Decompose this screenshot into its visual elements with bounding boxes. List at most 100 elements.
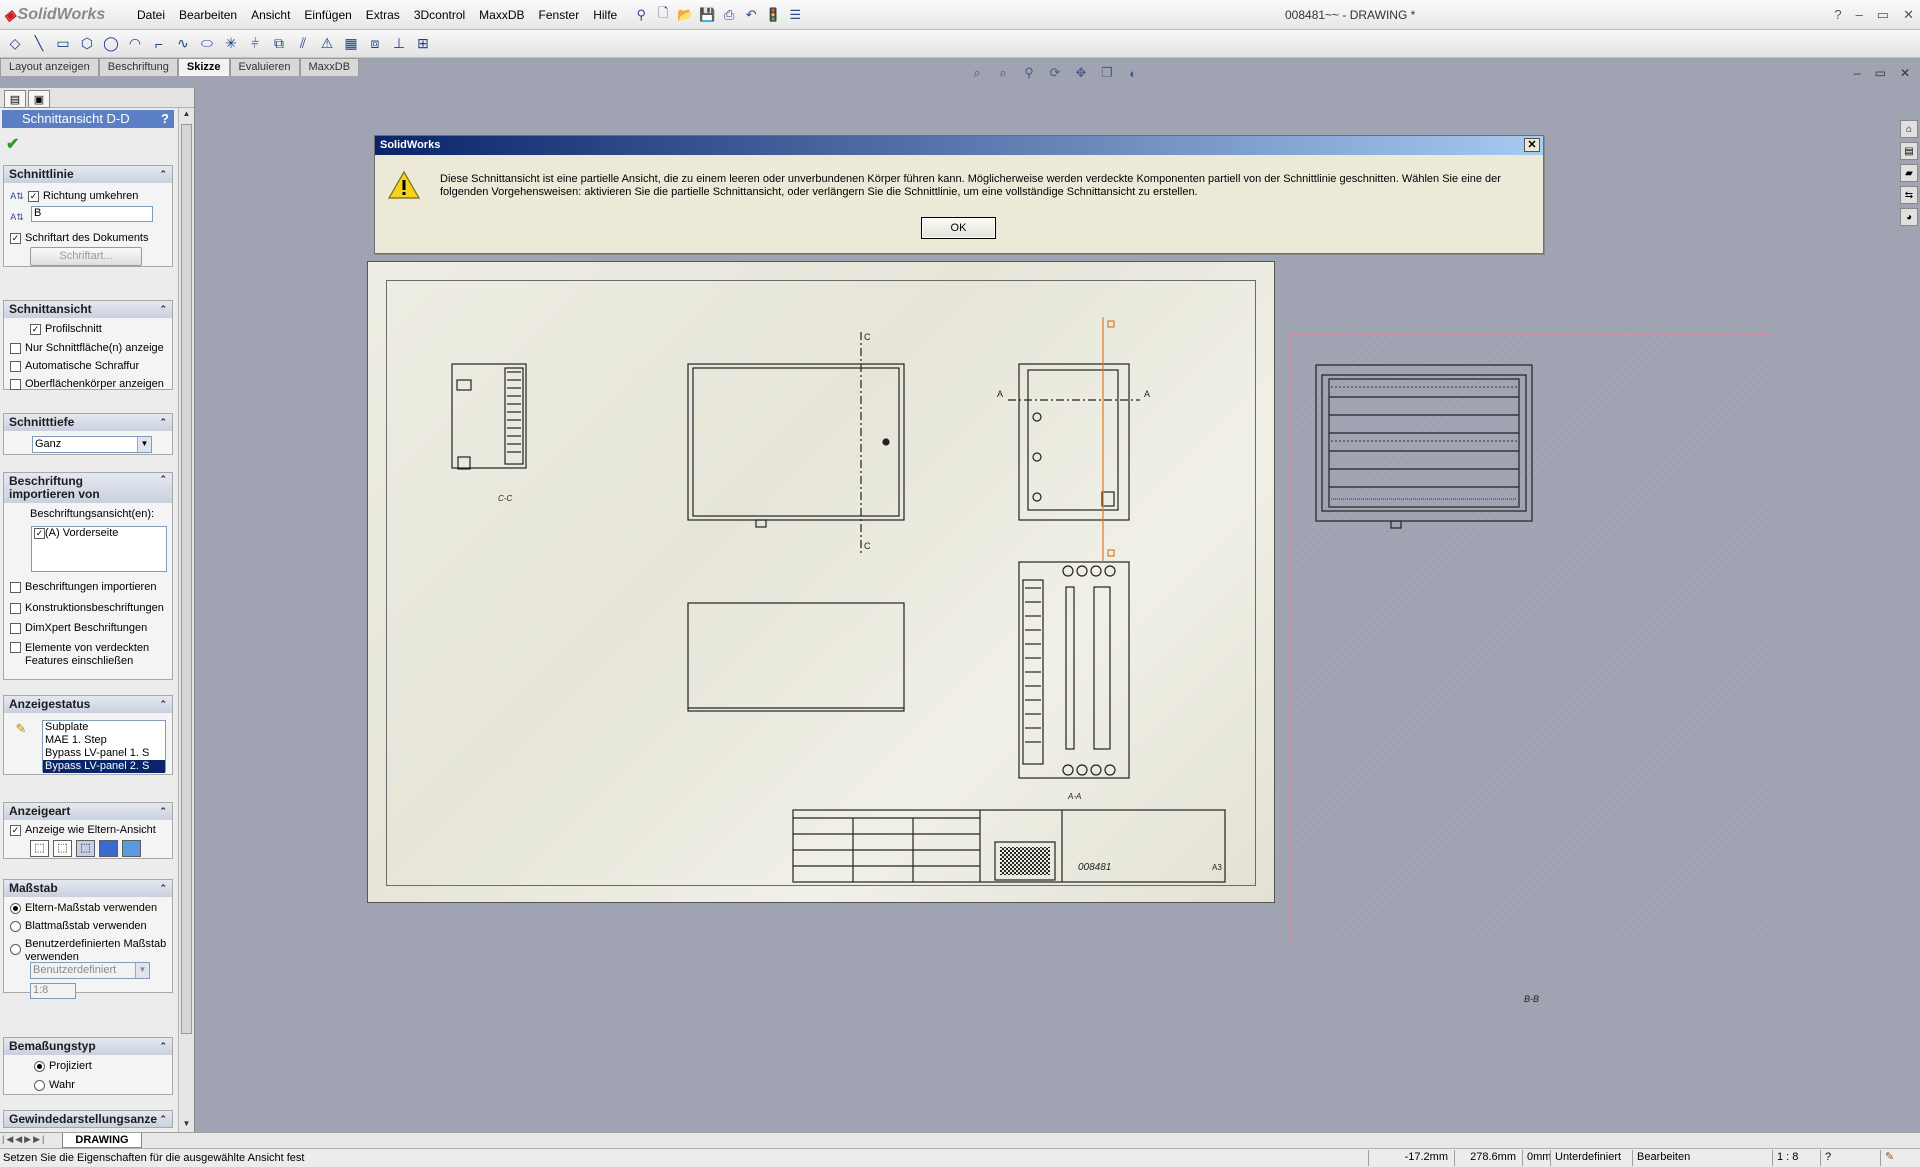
section-view-bb[interactable] [1290, 334, 1772, 942]
options-icon[interactable]: ☰ [786, 6, 804, 24]
menu-maxxdb[interactable]: MaxxDB [472, 0, 531, 30]
view-orientation-icon[interactable]: ❐ [1098, 64, 1116, 82]
konstruktionsbeschriftungen-checkbox[interactable] [10, 603, 21, 614]
tab-skizze[interactable]: Skizze [177, 58, 230, 76]
panel-scrollbar[interactable]: ▲ ▼ [178, 108, 194, 1132]
verdeckte-features-checkbox[interactable] [10, 642, 21, 653]
home-icon[interactable]: ⌂ [1900, 120, 1918, 138]
collapse-icon[interactable]: ⌃ [159, 301, 167, 318]
dialog-close-icon[interactable]: ✕ [1524, 138, 1540, 152]
collapse-icon[interactable]: ⌃ [159, 473, 167, 486]
list-item[interactable]: Subplate [43, 721, 165, 734]
collapse-icon[interactable]: ⌃ [159, 1111, 167, 1127]
zoom-area-icon[interactable]: ⌕ [994, 64, 1012, 82]
menu-bearbeiten[interactable]: Bearbeiten [172, 0, 244, 30]
help-status-icon[interactable]: ? [1820, 1150, 1840, 1166]
scroll-thumb[interactable] [181, 124, 192, 1034]
menu-fenster[interactable]: Fenster [532, 0, 587, 30]
display-relations-icon[interactable]: ⊥ [390, 35, 408, 53]
menu-3dcontrol[interactable]: 3Dcontrol [407, 0, 472, 30]
automatische-schraffur-checkbox[interactable] [10, 361, 21, 372]
menu-datei[interactable]: Datei [130, 0, 172, 30]
list-item[interactable]: MAE 1. Step [43, 734, 165, 747]
beschriftungen-importieren-checkbox[interactable] [10, 582, 21, 593]
hidden-lines-visible-icon[interactable]: ⬚ [53, 840, 72, 857]
zoom-to-fit-icon[interactable]: ⌕ [968, 64, 986, 82]
pin-icon[interactable]: ⚲ [632, 6, 650, 24]
trim-icon[interactable]: ⫩ [246, 35, 264, 53]
ok-check-icon[interactable]: ✔ [6, 134, 19, 154]
dimxpert-checkbox[interactable] [10, 623, 21, 634]
scroll-up-icon[interactable]: ▲ [181, 109, 192, 121]
menu-hilfe[interactable]: Hilfe [586, 0, 624, 30]
sheet-nav-arrows-icon[interactable]: |◀◀▶▶| [2, 1134, 46, 1145]
collapse-icon[interactable]: ⌃ [159, 803, 167, 820]
collapse-icon[interactable]: ⌃ [159, 880, 167, 897]
arc-icon[interactable]: ◠ [126, 35, 144, 53]
schriftart-dokument-checkbox[interactable]: ✓ [10, 233, 21, 244]
appearances-icon[interactable]: ◕ [1900, 208, 1918, 226]
viewport-restore-icon[interactable]: ▭ [1875, 66, 1886, 80]
blatt-massstab-radio[interactable] [10, 921, 21, 932]
rebuild-icon[interactable]: 🚦 [764, 6, 782, 24]
nur-schnittflaeche-checkbox[interactable] [10, 343, 21, 354]
collapse-icon[interactable]: ⌃ [159, 1038, 167, 1055]
anzeigestatus-list[interactable]: Subplate MAE 1. Step Bypass LV-panel 1. … [42, 720, 166, 773]
menu-ansicht[interactable]: Ansicht [244, 0, 297, 30]
mirror-icon[interactable]: ⫽ [294, 35, 312, 53]
circle-icon[interactable]: ◯ [102, 35, 120, 53]
hidden-lines-removed-icon[interactable]: ⬚ [76, 840, 95, 857]
open-folder-icon[interactable]: 📂 [676, 6, 694, 24]
undo-icon[interactable]: ↶ [742, 6, 760, 24]
pan-icon[interactable]: ✥ [1072, 64, 1090, 82]
schnitttiefe-select[interactable]: Ganz ▼ [32, 436, 152, 453]
viewport-minimize-icon[interactable]: – [1854, 66, 1861, 80]
collapse-icon[interactable]: ⌃ [159, 696, 167, 713]
collapse-icon[interactable]: ⌃ [159, 166, 167, 183]
drawing-sheet[interactable]: C-C A-A C C A A 008481 A3 [367, 261, 1275, 903]
oberflaechenkoerper-checkbox[interactable] [10, 379, 21, 390]
save-icon[interactable]: 💾 [698, 6, 716, 24]
tab-layout-anzeigen[interactable]: Layout anzeigen [0, 58, 99, 76]
polygon-icon[interactable]: ⬡ [78, 35, 96, 53]
menu-einfuegen[interactable]: Einfügen [297, 0, 358, 30]
view-palette-icon[interactable]: ⇆ [1900, 186, 1918, 204]
custom-scale-select[interactable]: Benutzerdefiniert ▼ [30, 962, 150, 979]
solidworks-logo[interactable]: ◈ SolidWorks [0, 0, 130, 30]
tab-maxxdb[interactable]: MaxxDB [299, 58, 360, 76]
new-document-icon[interactable]: 🗋 [654, 5, 672, 24]
offset-icon[interactable]: ⧉ [270, 35, 288, 53]
shaded-icon[interactable] [122, 840, 141, 857]
fillet-icon[interactable]: ⌐ [150, 35, 168, 53]
smart-dimension-icon[interactable]: ◇ [6, 35, 24, 53]
help-icon[interactable]: ? [1834, 0, 1841, 30]
schriftart-button[interactable]: Schriftart... [30, 247, 142, 266]
ok-button[interactable]: OK [921, 217, 996, 239]
eltern-massstab-radio[interactable] [10, 903, 21, 914]
minimize-icon[interactable]: – [1856, 0, 1863, 30]
grid-icon[interactable]: ⊞ [414, 35, 432, 53]
pattern-icon[interactable]: ▦ [342, 35, 360, 53]
rotate-icon[interactable]: ⟳ [1046, 64, 1064, 82]
feature-tree-tab-icon[interactable]: ▤ [4, 90, 26, 108]
library-icon[interactable]: ▤ [1900, 142, 1918, 160]
file-explorer-icon[interactable]: ▰ [1900, 164, 1918, 182]
point-icon[interactable]: ✳ [222, 35, 240, 53]
benutzer-massstab-radio[interactable] [10, 944, 21, 955]
rectangle-icon[interactable]: ▭ [54, 35, 72, 53]
zoom-in-out-icon[interactable]: ⚲ [1020, 64, 1038, 82]
ellipse-icon[interactable]: ⬭ [198, 35, 216, 53]
wahr-radio[interactable] [34, 1080, 45, 1091]
scroll-down-icon[interactable]: ▼ [181, 1119, 192, 1131]
list-item[interactable]: Bypass LV-panel 2. S [43, 760, 165, 773]
shaded-edges-icon[interactable] [99, 840, 118, 857]
label-field[interactable]: B [31, 206, 153, 222]
beschriftungsansicht-list[interactable]: ✓ (A) Vorderseite [31, 526, 167, 572]
restore-icon[interactable]: ▭ [1877, 0, 1889, 30]
line-icon[interactable]: ╲ [30, 35, 48, 53]
scale-field[interactable]: 1:8 [30, 983, 76, 999]
projiziert-radio[interactable] [34, 1061, 45, 1072]
tab-beschriftung[interactable]: Beschriftung [98, 58, 178, 76]
close-icon[interactable]: ✕ [1903, 0, 1914, 30]
spline-icon[interactable]: ∿ [174, 35, 192, 53]
